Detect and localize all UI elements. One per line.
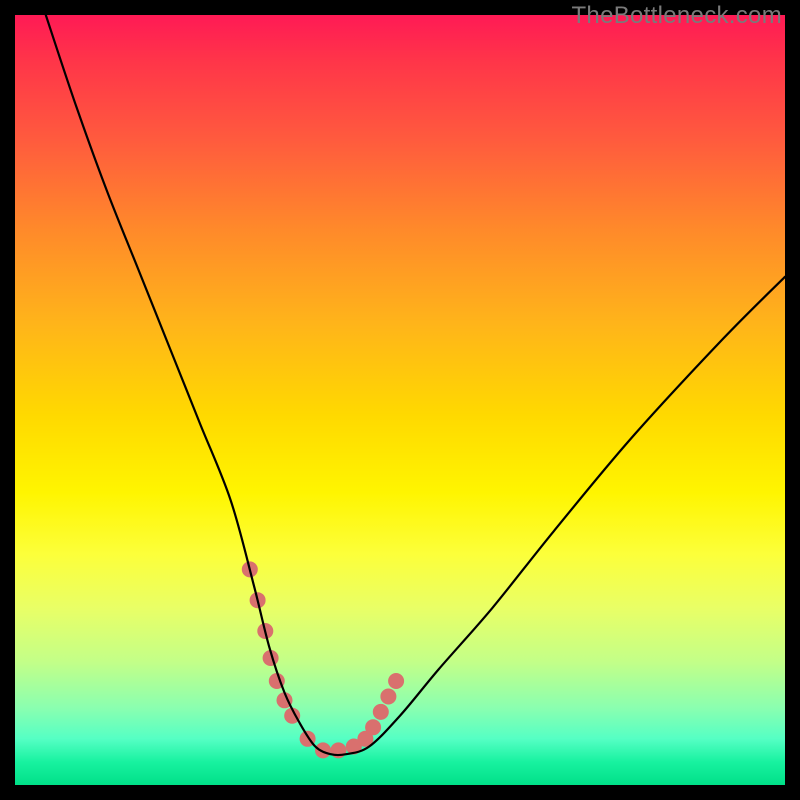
bottleneck-curve — [46, 15, 785, 755]
curve-svg — [15, 15, 785, 785]
optimal-dot — [373, 704, 389, 720]
chart-frame: TheBottleneck.com — [0, 0, 800, 800]
watermark-text: TheBottleneck.com — [571, 2, 782, 30]
optimal-band-dots — [242, 561, 404, 758]
optimal-dot — [380, 689, 396, 705]
plot-area — [15, 15, 785, 785]
optimal-dot — [365, 719, 381, 735]
optimal-dot — [388, 673, 404, 689]
